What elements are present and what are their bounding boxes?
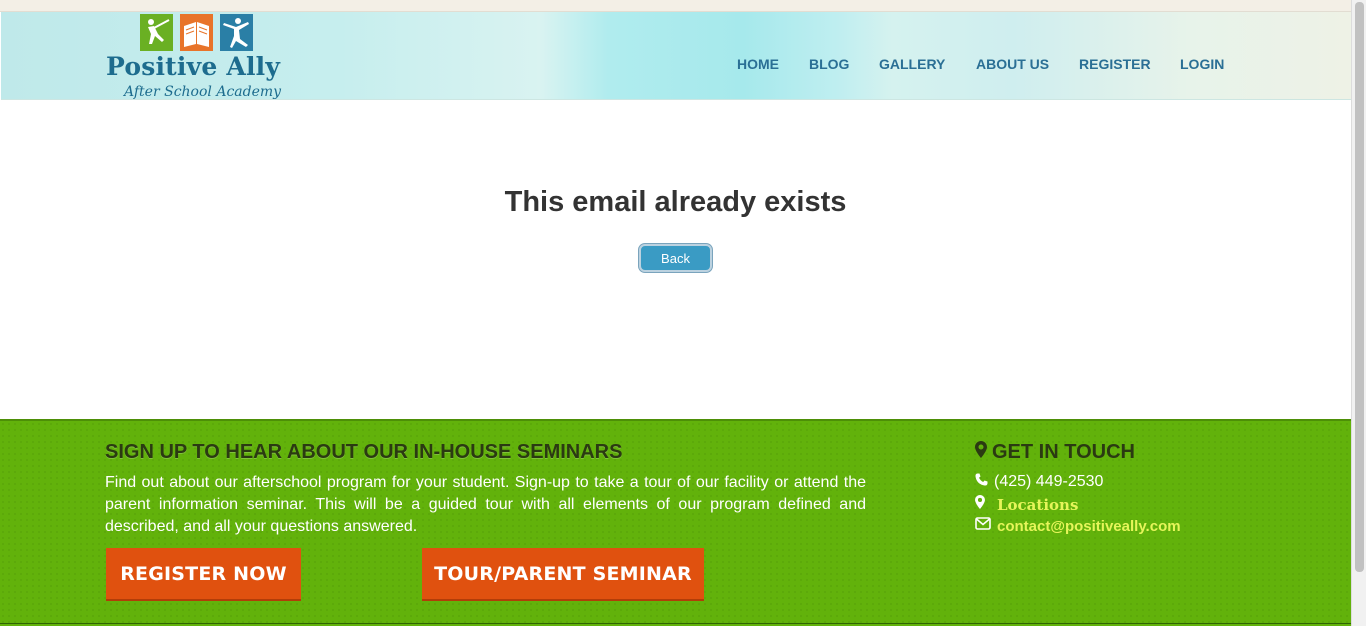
- phone-icon: [975, 473, 988, 491]
- nav-blog[interactable]: BLOG: [809, 56, 849, 72]
- brand-tagline: After School Academy: [124, 84, 282, 100]
- back-button[interactable]: Back: [639, 244, 712, 272]
- location-pin-icon: [975, 495, 985, 514]
- tour-parent-seminar-button[interactable]: TOUR/PARENT SEMINAR: [422, 548, 704, 599]
- site-footer: SIGN UP TO HEAR ABOUT OUR IN-HOUSE SEMIN…: [0, 419, 1351, 626]
- envelope-icon: [975, 517, 991, 535]
- logo-icons: [140, 14, 260, 52]
- nav-gallery[interactable]: GALLERY: [879, 56, 945, 72]
- contact-heading: GET IN TOUCH: [975, 441, 1135, 464]
- baseball-player-icon: [140, 14, 173, 51]
- book-icon: [180, 14, 213, 51]
- main-nav: HOME BLOG GALLERY ABOUT US REGISTER LOGI…: [1, 56, 1366, 76]
- top-strip: [0, 0, 1351, 12]
- nav-about-us[interactable]: ABOUT US: [976, 56, 1049, 72]
- register-now-button[interactable]: REGISTER NOW: [106, 548, 301, 599]
- contact-phone-row: (425) 449-2530: [975, 473, 1103, 491]
- contact-title: GET IN TOUCH: [992, 441, 1135, 463]
- nav-register[interactable]: REGISTER: [1079, 56, 1151, 72]
- nav-home[interactable]: HOME: [737, 56, 779, 72]
- map-marker-icon: [975, 441, 987, 464]
- contact-email-link[interactable]: contact@positiveally.com: [997, 518, 1181, 535]
- page-scrollbar[interactable]: [1351, 0, 1366, 626]
- error-message: This email already exists: [504, 186, 847, 218]
- contact-locations-row: Locations: [975, 495, 1078, 514]
- seminar-description: Find out about our afterschool program f…: [105, 474, 866, 535]
- scrollbar-thumb[interactable]: [1355, 2, 1364, 572]
- locations-link[interactable]: Locations: [997, 496, 1078, 514]
- contact-phone: (425) 449-2530: [994, 473, 1104, 490]
- dancer-icon: [220, 14, 253, 51]
- seminar-title: SIGN UP TO HEAR ABOUT OUR IN-HOUSE SEMIN…: [105, 441, 623, 463]
- contact-email-row: contact@positiveally.com: [975, 517, 1181, 535]
- site-header: Positive Ally After School Academy HOME …: [1, 12, 1351, 100]
- nav-login[interactable]: LOGIN: [1180, 56, 1224, 72]
